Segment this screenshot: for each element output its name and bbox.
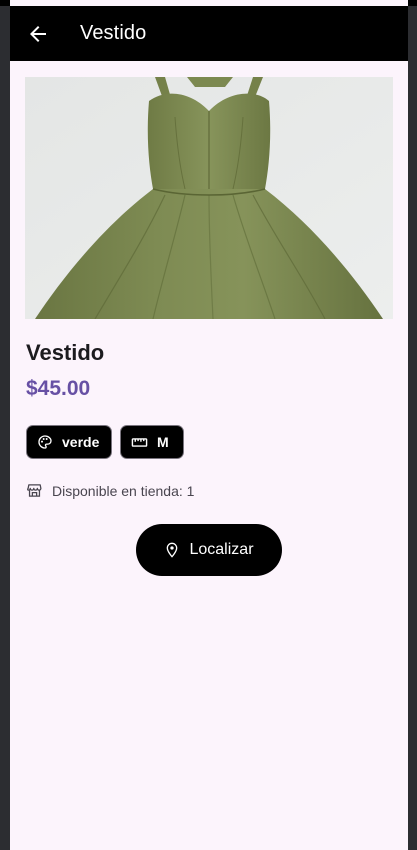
location-pin-icon [167, 542, 178, 558]
app-bar: Vestido [10, 6, 408, 61]
page-title: Vestido [80, 22, 147, 44]
product-name: Vestido [26, 340, 105, 365]
size-chip-label: M [157, 434, 169, 450]
availability-info: Disponible en tienda: 1 [26, 482, 194, 499]
availability-text: Disponible en tienda: 1 [52, 482, 195, 499]
locate-button[interactable]: Localizar [136, 524, 282, 576]
app-screen: Vestido Vestido $45.00 verde M Disponibl… [10, 0, 408, 850]
color-chip[interactable]: verde [26, 425, 112, 459]
palette-icon [38, 435, 52, 449]
store-icon [27, 484, 42, 497]
locate-button-label: Localizar [189, 541, 254, 558]
color-chip-label: verde [62, 434, 100, 450]
size-chip[interactable]: M [120, 425, 184, 459]
dress-photo [25, 77, 393, 319]
product-image [25, 77, 393, 319]
arrow-back-icon [30, 25, 46, 42]
product-price: $45.00 [26, 377, 91, 400]
back-button[interactable] [14, 10, 62, 58]
ruler-icon [131, 437, 148, 447]
